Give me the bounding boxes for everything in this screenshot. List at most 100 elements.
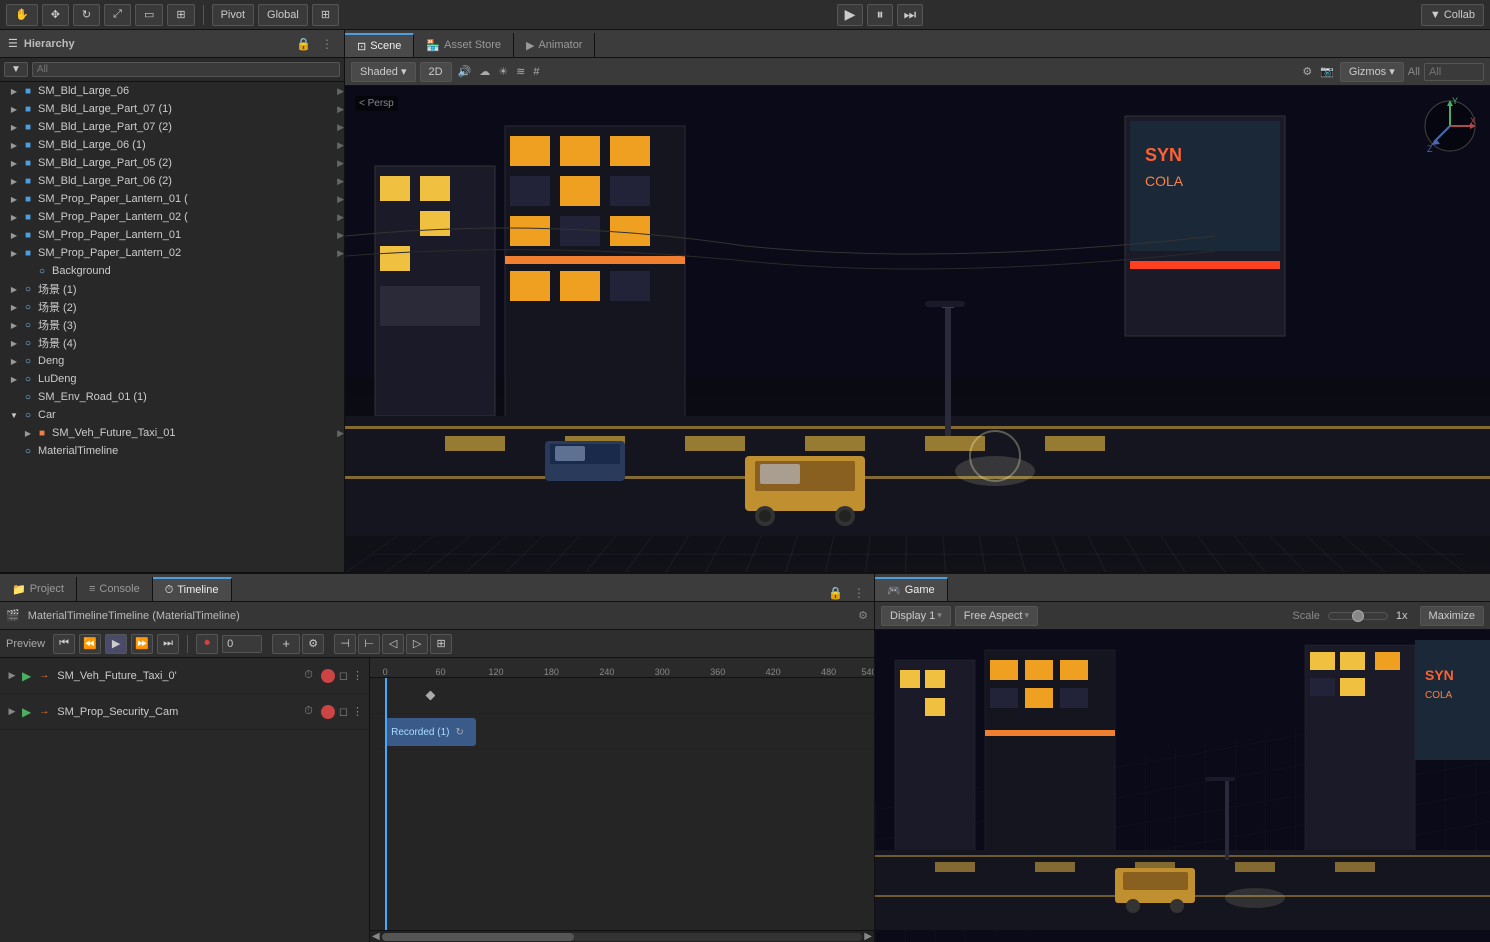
- tl-scroll-track[interactable]: [382, 933, 863, 941]
- list-item[interactable]: ▶ ○ 场景 (3): [0, 316, 344, 334]
- list-item[interactable]: ▶ ○ 场景 (4): [0, 334, 344, 352]
- track-menu-2[interactable]: ⋮: [352, 705, 363, 718]
- scroll-left-btn[interactable]: ◀: [372, 931, 380, 942]
- list-item[interactable]: ▶ ○ LuDeng: [0, 370, 344, 388]
- preview-play-btn[interactable]: ▶: [105, 634, 127, 654]
- list-item[interactable]: ▶ ○ MaterialTimeline: [0, 442, 344, 460]
- scale-slider[interactable]: [1328, 612, 1388, 620]
- expand-icon[interactable]: ▼: [8, 409, 20, 421]
- expand-icon[interactable]: ▶: [8, 319, 20, 331]
- track-record-btn-1[interactable]: [321, 669, 335, 683]
- list-item[interactable]: ▶ ■ SM_Bld_Large_Part_07 (1) ▶: [0, 100, 344, 118]
- tab-scene[interactable]: ⊡ Scene: [345, 33, 414, 57]
- tl-scroll-thumb[interactable]: [382, 933, 574, 941]
- clip-end-btn[interactable]: ⊢: [358, 634, 380, 654]
- rect-tool-btn[interactable]: ▭: [135, 4, 163, 26]
- list-item[interactable]: ▶ ○ Deng: [0, 352, 344, 370]
- list-item[interactable]: ▼ ○ Car: [0, 406, 344, 424]
- expand-icon[interactable]: ▶: [8, 121, 20, 133]
- list-item[interactable]: ▶ ■ SM_Bld_Large_Part_06 (2) ▶: [0, 172, 344, 190]
- expand-icon[interactable]: ▶: [8, 337, 20, 349]
- track-expand-1[interactable]: ▶: [6, 670, 18, 682]
- preview-add-track-btn[interactable]: +: [272, 634, 300, 654]
- global-btn[interactable]: Global: [258, 4, 308, 26]
- collab-btn[interactable]: ▼ Collab: [1421, 4, 1484, 26]
- track-clock-icon-1[interactable]: ⏱: [304, 669, 313, 682]
- list-item[interactable]: ▶ ○ 场景 (2): [0, 298, 344, 316]
- track-expand-2[interactable]: ▶: [6, 706, 18, 718]
- tl-clip-recorded[interactable]: Recorded (1) ↻: [385, 718, 476, 746]
- preview-skip-start-btn[interactable]: ⏮: [53, 634, 75, 654]
- tab-project[interactable]: 📁 Project: [0, 577, 77, 601]
- hand-tool-btn[interactable]: ✋: [6, 4, 38, 26]
- scene-right-icon[interactable]: ⚙: [1300, 63, 1314, 80]
- aspect-btn[interactable]: Free Aspect ▾: [955, 606, 1038, 626]
- expand-icon[interactable]: ▶: [8, 373, 20, 385]
- tl-clip-loop-icon[interactable]: ↻: [455, 727, 463, 738]
- track-icon2-1[interactable]: ◻: [339, 669, 348, 682]
- list-item[interactable]: ▶ ○ Background: [0, 262, 344, 280]
- clip-start-btn[interactable]: ⊣: [334, 634, 356, 654]
- scale-tool-btn[interactable]: ⤢: [104, 4, 131, 26]
- list-item[interactable]: ▶ ■ SM_Veh_Future_Taxi_01 ▶: [0, 424, 344, 442]
- step-btn[interactable]: ⏭: [897, 4, 923, 26]
- list-item[interactable]: ▶ ○ 场景 (1): [0, 280, 344, 298]
- hierarchy-lock-btn[interactable]: 🔒: [293, 36, 314, 52]
- maximize-btn[interactable]: Maximize: [1420, 606, 1484, 626]
- expand-icon[interactable]: ▶: [8, 175, 20, 187]
- expand-icon[interactable]: ▶: [8, 229, 20, 241]
- play-btn[interactable]: ▶: [837, 4, 863, 26]
- grid-icon[interactable]: #: [531, 64, 541, 80]
- clip-out-btn[interactable]: ▷: [406, 634, 428, 654]
- pause-btn[interactable]: ⏸: [867, 4, 893, 26]
- 2d-btn[interactable]: 2D: [420, 62, 452, 82]
- clip-in-btn[interactable]: ◁: [382, 634, 404, 654]
- hierarchy-dropdown-btn[interactable]: ▼: [4, 62, 28, 77]
- list-item[interactable]: ▶ ■ SM_Bld_Large_Part_05 (2) ▶: [0, 154, 344, 172]
- list-item[interactable]: ▶ ○ SM_Env_Road_01 (1): [0, 388, 344, 406]
- tab-console[interactable]: ≡ Console: [77, 577, 153, 601]
- list-item[interactable]: ▶ ■ SM_Prop_Paper_Lantern_01 ( ▶: [0, 190, 344, 208]
- tab-asset-store[interactable]: 🏪 Asset Store: [414, 33, 514, 57]
- tl-keyframe-1[interactable]: [425, 691, 435, 701]
- preview-time-input[interactable]: [222, 635, 262, 653]
- tl-track-2[interactable]: ▶ ▶ → SM_Prop_Security_Cam ⏱ ◻ ⋮: [0, 694, 369, 730]
- list-item[interactable]: ▶ ■ SM_Prop_Paper_Lantern_01 ▶: [0, 226, 344, 244]
- tab-timeline[interactable]: ⏱ Timeline: [153, 577, 232, 601]
- sky-icon[interactable]: ☀: [496, 63, 510, 80]
- preview-prev-btn[interactable]: ⏪: [79, 634, 101, 654]
- transform-tool-btn[interactable]: ⊞: [167, 4, 194, 26]
- pivot-btn[interactable]: Pivot: [212, 4, 254, 26]
- preview-next-btn[interactable]: ⏩: [131, 634, 153, 654]
- clip-extra-btn[interactable]: ⊞: [430, 634, 452, 654]
- track-clock-icon-2[interactable]: ⏱: [304, 705, 313, 718]
- expand-icon[interactable]: ▶: [8, 211, 20, 223]
- timeline-gear-icon[interactable]: ⚙: [858, 609, 868, 622]
- display-btn[interactable]: Display 1 ▾: [881, 606, 951, 626]
- scale-slider-thumb[interactable]: [1352, 610, 1364, 622]
- hierarchy-more-btn[interactable]: ⋮: [318, 36, 336, 52]
- track-icon2-2[interactable]: ◻: [339, 705, 348, 718]
- grid-btn[interactable]: ⊞: [312, 4, 339, 26]
- tab-animator[interactable]: ▶ Animator: [514, 33, 596, 57]
- list-item[interactable]: ▶ ■ SM_Prop_Paper_Lantern_02 ( ▶: [0, 208, 344, 226]
- preview-record-btn[interactable]: ⏺: [196, 634, 218, 654]
- expand-icon[interactable]: ▶: [8, 157, 20, 169]
- fog-icon[interactable]: ≋: [514, 63, 527, 80]
- expand-icon[interactable]: ▶: [8, 85, 20, 97]
- tab-game[interactable]: 🎮 Game: [875, 577, 948, 601]
- preview-settings-btn[interactable]: ⚙: [302, 634, 324, 654]
- expand-icon[interactable]: ▶: [8, 103, 20, 115]
- move-tool-btn[interactable]: ✥: [42, 4, 69, 26]
- list-item[interactable]: ▶ ■ SM_Bld_Large_06 ▶: [0, 82, 344, 100]
- bottom-lock-btn[interactable]: 🔒: [825, 585, 846, 601]
- gizmos-search-input[interactable]: [1424, 63, 1484, 81]
- list-item[interactable]: ▶ ■ SM_Bld_Large_Part_07 (2) ▶: [0, 118, 344, 136]
- preview-skip-end-btn[interactable]: ⏭: [157, 634, 179, 654]
- gizmos-btn[interactable]: Gizmos ▾: [1340, 62, 1404, 82]
- expand-icon[interactable]: ▶: [8, 301, 20, 313]
- expand-icon[interactable]: ▶: [8, 193, 20, 205]
- list-item[interactable]: ▶ ■ SM_Prop_Paper_Lantern_02 ▶: [0, 244, 344, 262]
- shading-btn[interactable]: Shaded ▾: [351, 62, 416, 82]
- track-record-btn-2[interactable]: [321, 705, 335, 719]
